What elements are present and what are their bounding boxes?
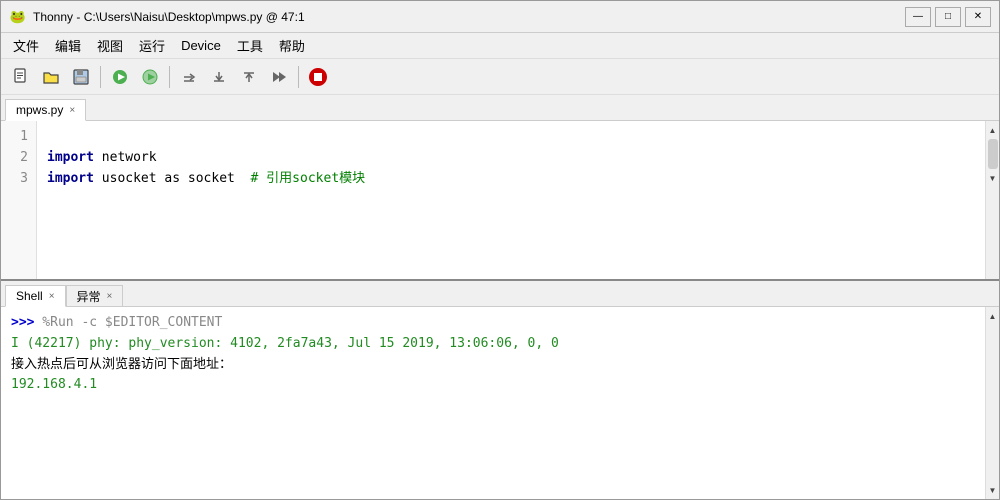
shell-exception-label: 异常 bbox=[77, 288, 101, 305]
shell-output-line3: 192.168.4.1 bbox=[11, 375, 975, 396]
shell-tab-close[interactable]: × bbox=[49, 291, 55, 302]
menu-help[interactable]: 帮助 bbox=[271, 34, 313, 57]
title-text: Thonny - C:\Users\Naisu\Desktop\mpws.py … bbox=[33, 10, 905, 24]
shell-output-line2: 接入热点后可从浏览器访问下面地址： bbox=[11, 355, 975, 376]
step-over-button[interactable] bbox=[175, 63, 203, 91]
menu-run[interactable]: 运行 bbox=[131, 34, 173, 57]
toolbar-separator-1 bbox=[100, 66, 101, 88]
scroll-thumb[interactable] bbox=[988, 139, 998, 169]
close-button[interactable]: ✕ bbox=[965, 7, 991, 27]
toolbar bbox=[1, 59, 999, 95]
menu-edit[interactable]: 编辑 bbox=[47, 34, 89, 57]
shell-content: >>> %Run -c $EDITOR_CONTENT I (42217) ph… bbox=[1, 307, 999, 499]
app-icon: 🐸 bbox=[9, 8, 27, 26]
shell-command: %Run -c $EDITOR_CONTENT bbox=[34, 315, 222, 330]
code-content[interactable]: import network import usocket as socket … bbox=[37, 121, 985, 279]
open-button[interactable] bbox=[37, 63, 65, 91]
title-bar: 🐸 Thonny - C:\Users\Naisu\Desktop\mpws.p… bbox=[1, 1, 999, 33]
shell-prompt: >>> bbox=[11, 315, 34, 330]
minimize-button[interactable]: — bbox=[905, 7, 931, 27]
save-button[interactable] bbox=[67, 63, 95, 91]
line-num-1: 1 bbox=[1, 127, 28, 148]
debug-button[interactable] bbox=[136, 63, 164, 91]
shell-scroll-up[interactable]: ▲ bbox=[987, 309, 999, 323]
editor-tab-label: mpws.py bbox=[16, 103, 63, 117]
code-editor[interactable]: 1 2 3 import network import usocket as s… bbox=[1, 121, 999, 279]
resume-button[interactable] bbox=[265, 63, 293, 91]
new-button[interactable] bbox=[7, 63, 35, 91]
toolbar-separator-3 bbox=[298, 66, 299, 88]
editor-area: mpws.py × 1 2 3 import network import us… bbox=[1, 95, 999, 279]
menu-bar: 文件 编辑 视图 运行 Device 工具 帮助 bbox=[1, 33, 999, 59]
line-num-2: 2 bbox=[1, 148, 28, 169]
shell-exception-close[interactable]: × bbox=[107, 291, 113, 302]
step-out-button[interactable] bbox=[235, 63, 263, 91]
stop-button[interactable] bbox=[304, 63, 332, 91]
shell-tab-bar: Shell × 异常 × bbox=[1, 281, 999, 307]
window-controls: — □ ✕ bbox=[905, 7, 991, 27]
editor-scrollbar[interactable]: ▲ ▼ bbox=[985, 121, 999, 279]
shell-scroll-down[interactable]: ▼ bbox=[987, 483, 999, 497]
line-numbers: 1 2 3 bbox=[1, 121, 37, 279]
shell-output-line1: I (42217) phy: phy_version: 4102, 2fa7a4… bbox=[11, 334, 975, 355]
scroll-down-arrow[interactable]: ▼ bbox=[987, 171, 999, 185]
shell-area: Shell × 异常 × >>> %Run -c $EDITOR_CONTENT… bbox=[1, 279, 999, 499]
editor-tab-mpws[interactable]: mpws.py × bbox=[5, 99, 86, 121]
shell-tab-exception[interactable]: 异常 × bbox=[66, 285, 124, 307]
maximize-button[interactable]: □ bbox=[935, 7, 961, 27]
shell-text[interactable]: >>> %Run -c $EDITOR_CONTENT I (42217) ph… bbox=[1, 307, 985, 499]
editor-tab-close[interactable]: × bbox=[69, 105, 75, 116]
menu-view[interactable]: 视图 bbox=[89, 34, 131, 57]
menu-file[interactable]: 文件 bbox=[5, 34, 47, 57]
menu-tools[interactable]: 工具 bbox=[229, 34, 271, 57]
editor-tab-bar: mpws.py × bbox=[1, 95, 999, 121]
step-into-button[interactable] bbox=[205, 63, 233, 91]
line-num-3: 3 bbox=[1, 169, 28, 190]
toolbar-separator-2 bbox=[169, 66, 170, 88]
shell-input-line: >>> %Run -c $EDITOR_CONTENT bbox=[11, 313, 975, 334]
scroll-up-arrow[interactable]: ▲ bbox=[987, 123, 999, 137]
shell-tab-shell[interactable]: Shell × bbox=[5, 285, 66, 307]
shell-tab-label: Shell bbox=[16, 289, 43, 303]
run-button[interactable] bbox=[106, 63, 134, 91]
menu-device[interactable]: Device bbox=[173, 36, 229, 55]
shell-scrollbar[interactable]: ▲ ▼ bbox=[985, 307, 999, 499]
